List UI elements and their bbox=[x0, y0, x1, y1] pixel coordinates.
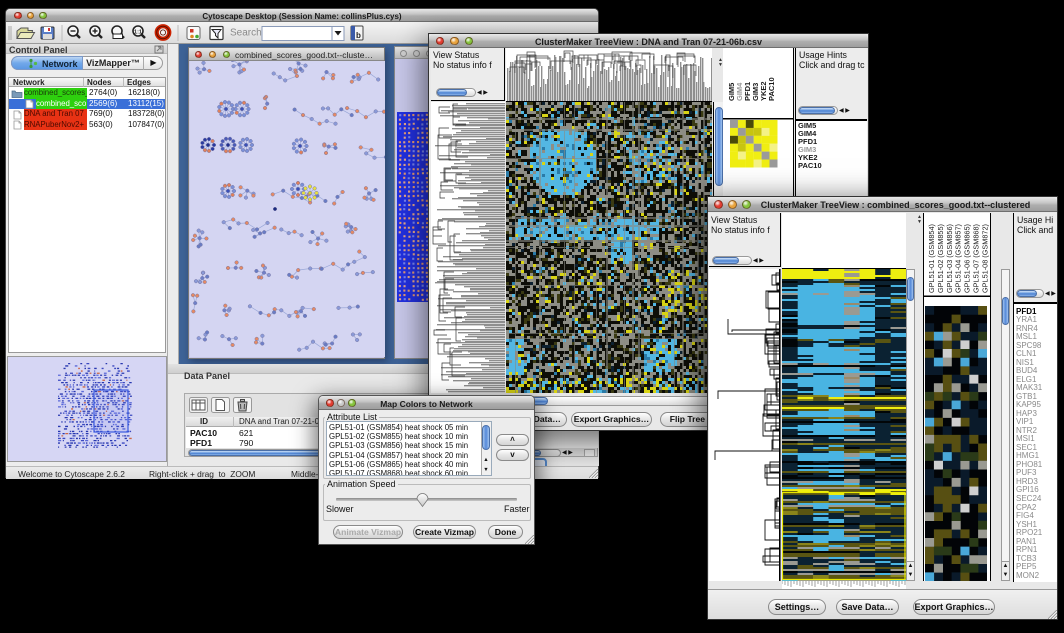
svg-text:GPL51-01 (GSM854): GPL51-01 (GSM854) bbox=[927, 224, 936, 293]
svg-text:GPL51-02 (GSM855): GPL51-02 (GSM855) bbox=[936, 224, 945, 293]
svg-text:GPL51-06 (GSM865): GPL51-06 (GSM865) bbox=[963, 224, 972, 293]
svg-text:GPL51-08 (GSM872): GPL51-08 (GSM872) bbox=[980, 224, 989, 293]
svg-text:Search:: Search: bbox=[230, 28, 264, 39]
svg-text:1:1: 1:1 bbox=[134, 30, 142, 36]
svg-text:PAC10: PAC10 bbox=[767, 77, 776, 101]
svg-text:GPL51-07 (GSM868): GPL51-07 (GSM868) bbox=[972, 224, 981, 293]
svg-text:GPL51-03 (GSM856): GPL51-03 (GSM856) bbox=[945, 224, 954, 293]
svg-text:GPL51-04 (GSM857): GPL51-04 (GSM857) bbox=[954, 224, 963, 293]
svg-text:b: b bbox=[356, 31, 361, 40]
